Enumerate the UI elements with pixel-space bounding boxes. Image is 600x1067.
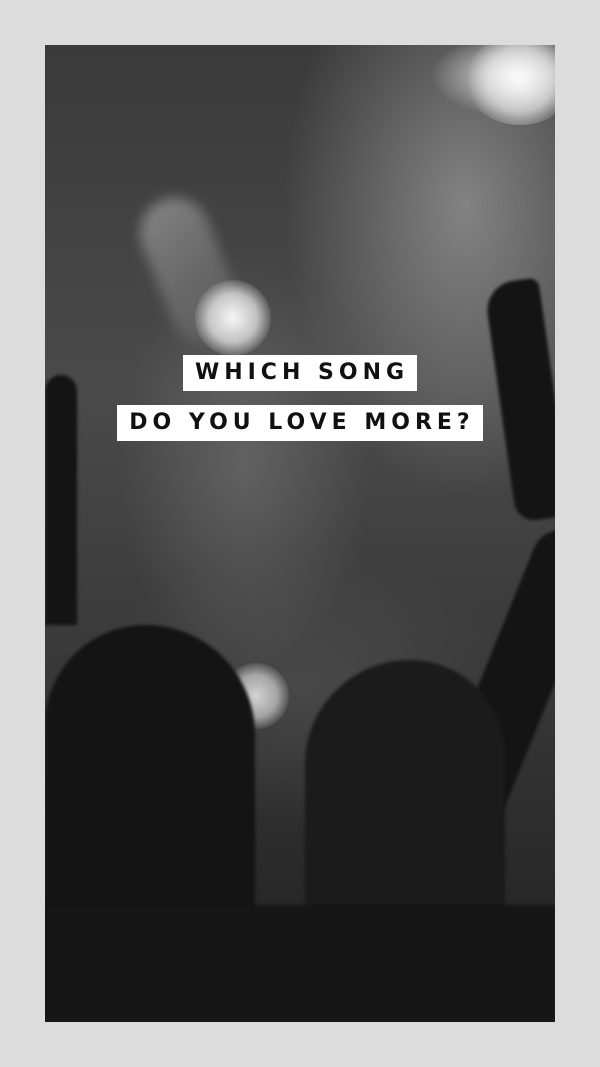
caption-line-1: WHICH SONG <box>182 355 418 391</box>
photo-frame <box>45 45 555 1022</box>
lens-flare-top <box>195 280 271 356</box>
caption-line-1-wrap: WHICH SONG <box>0 355 600 391</box>
crowd-base <box>45 905 555 1022</box>
caption-line-2: DO YOU LOVE MORE? <box>117 405 483 441</box>
caption-line-2-wrap: DO YOU LOVE MORE? <box>0 405 600 441</box>
